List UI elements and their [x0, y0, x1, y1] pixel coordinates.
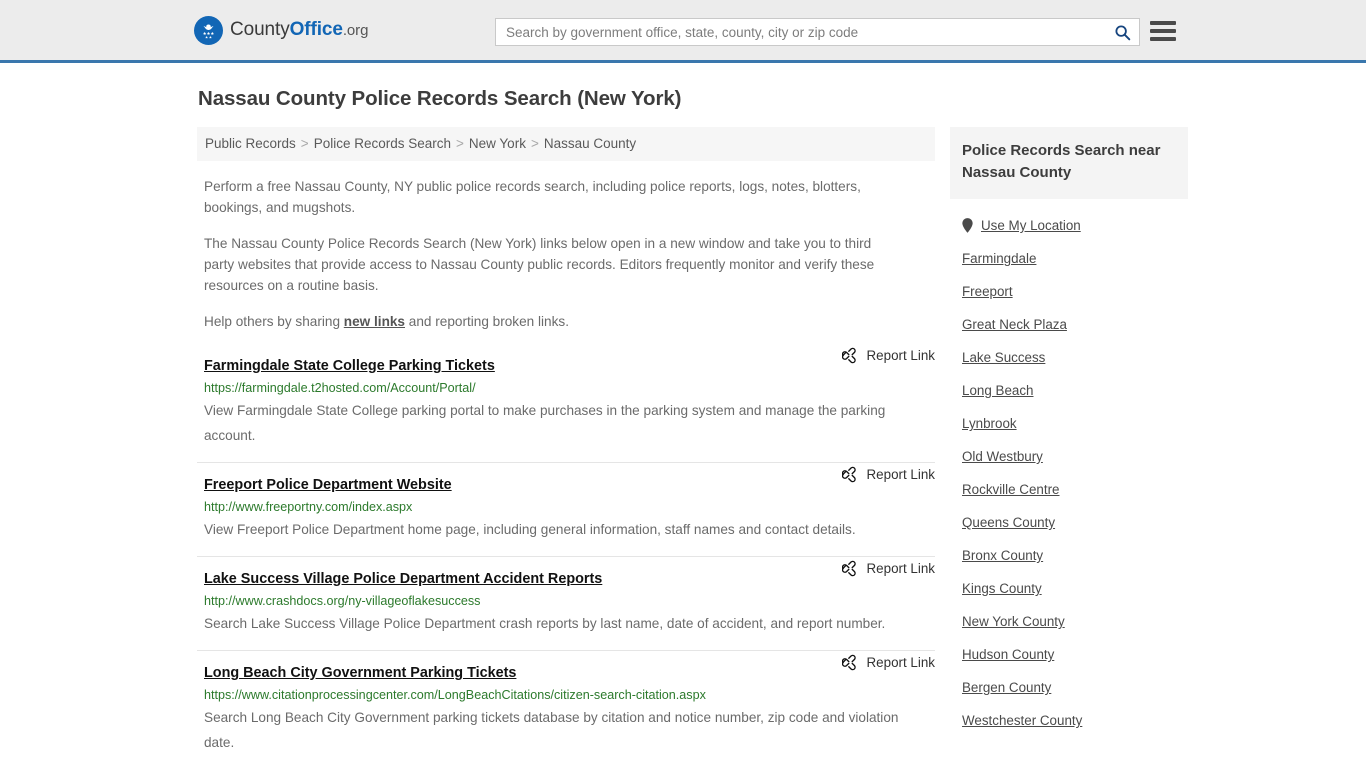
- page-title: Nassau County Police Records Search (New…: [198, 87, 682, 110]
- sidebar-link[interactable]: Farmingdale: [962, 251, 1036, 266]
- result-url-link[interactable]: http://www.freeportny.com/index.aspx: [204, 500, 935, 514]
- hamburger-bar: [1150, 29, 1176, 33]
- result-title-link[interactable]: Lake Success Village Police Department A…: [204, 571, 602, 587]
- sidebar-item-bergen-county[interactable]: Bergen County: [950, 671, 1188, 704]
- sidebar-link[interactable]: Bronx County: [962, 548, 1043, 563]
- sidebar-item-great-neck-plaza[interactable]: Great Neck Plaza: [950, 308, 1188, 341]
- breadcrumb-item-police-records-search[interactable]: Police Records Search: [314, 136, 451, 151]
- site-logo-text: CountyOffice.org: [230, 19, 368, 41]
- intro-text-after-link: and reporting broken links.: [405, 314, 569, 329]
- sidebar-link[interactable]: Lynbrook: [962, 416, 1017, 431]
- intro-text-before-link: Help others by sharing: [204, 314, 344, 329]
- content-columns: Public Records > Police Records Search > New…: [0, 127, 1366, 768]
- result-item: Lake Success Village Police Department A…: [197, 556, 935, 650]
- result-description: Search Lake Success Village Police Depar…: [204, 616, 886, 631]
- sidebar-item-lake-success[interactable]: Lake Success: [950, 341, 1188, 374]
- sidebar-link[interactable]: Westchester County: [962, 713, 1082, 728]
- report-link-button[interactable]: Report Link: [841, 560, 935, 577]
- sidebar-heading: Police Records Search near Nassau County: [950, 127, 1188, 199]
- sidebar-link[interactable]: Long Beach: [962, 383, 1033, 398]
- intro-section: Perform a free Nassau County, NY public …: [197, 176, 935, 332]
- sidebar-list: Use My Location Farmingdale Freeport Gre…: [950, 209, 1188, 737]
- main-content: Public Records > Police Records Search > New…: [197, 127, 935, 768]
- sidebar-item-lynbrook[interactable]: Lynbrook: [950, 407, 1188, 440]
- report-link-label: Report Link: [866, 348, 935, 363]
- breadcrumb-item-new-york[interactable]: New York: [469, 136, 526, 151]
- breadcrumb-separator: >: [530, 136, 539, 151]
- broken-link-icon: [841, 347, 856, 364]
- new-links-link[interactable]: new links: [344, 314, 405, 329]
- breadcrumb-item-nassau-county[interactable]: Nassau County: [544, 136, 636, 151]
- sidebar-link[interactable]: New York County: [962, 614, 1065, 629]
- sidebar-item-new-york-county[interactable]: New York County: [950, 605, 1188, 638]
- sidebar-item-freeport[interactable]: Freeport: [950, 275, 1188, 308]
- breadcrumb-separator: >: [300, 136, 309, 151]
- result-item: Long Beach City Government Parking Ticke…: [197, 650, 935, 768]
- sidebar-item-old-westbury[interactable]: Old Westbury: [950, 440, 1188, 473]
- breadcrumb: Public Records > Police Records Search > New…: [197, 127, 935, 161]
- result-description: View Freeport Police Department home pag…: [204, 522, 856, 537]
- sidebar-item-queens-county[interactable]: Queens County: [950, 506, 1188, 539]
- report-link-label: Report Link: [866, 467, 935, 482]
- search-button[interactable]: [1105, 19, 1139, 45]
- report-link-button[interactable]: Report Link: [841, 466, 935, 483]
- hamburger-bar: [1150, 37, 1176, 41]
- result-description: View Farmingdale State College parking p…: [204, 403, 886, 443]
- site-header: CountyOffice.org: [0, 0, 1366, 63]
- logo-text-county: County: [230, 19, 290, 40]
- result-item: Farmingdale State College Parking Ticket…: [197, 347, 935, 462]
- map-pin-icon: [962, 218, 973, 233]
- sidebar-item-hudson-county[interactable]: Hudson County: [950, 638, 1188, 671]
- breadcrumb-separator: >: [456, 136, 464, 151]
- result-title-link[interactable]: Farmingdale State College Parking Ticket…: [204, 358, 495, 374]
- sidebar-link[interactable]: Kings County: [962, 581, 1042, 596]
- sidebar-item-farmingdale[interactable]: Farmingdale: [950, 242, 1188, 275]
- search-bar[interactable]: [495, 18, 1140, 46]
- sidebar-item-bronx-county[interactable]: Bronx County: [950, 539, 1188, 572]
- sidebar: Police Records Search near Nassau County…: [950, 127, 1188, 768]
- intro-paragraph-2: The Nassau County Police Records Search …: [204, 236, 875, 293]
- report-link-button[interactable]: Report Link: [841, 654, 935, 671]
- broken-link-icon: [841, 466, 856, 483]
- search-icon: [1114, 24, 1130, 40]
- result-item: Freeport Police Department Website http:…: [197, 462, 935, 556]
- intro-paragraph-1: Perform a free Nassau County, NY public …: [204, 179, 861, 215]
- report-link-label: Report Link: [866, 561, 935, 576]
- hamburger-menu-icon[interactable]: [1150, 19, 1176, 43]
- result-title-link[interactable]: Long Beach City Government Parking Ticke…: [204, 665, 516, 681]
- broken-link-icon: [841, 654, 856, 671]
- intro-paragraph-3: Help others by sharing new links and rep…: [204, 311, 894, 332]
- sidebar-link[interactable]: Great Neck Plaza: [962, 317, 1067, 332]
- sidebar-item-long-beach[interactable]: Long Beach: [950, 374, 1188, 407]
- result-description: Search Long Beach City Government parkin…: [204, 710, 899, 750]
- logo-text-office: Office: [289, 19, 343, 40]
- sidebar-item-use-my-location[interactable]: Use My Location: [950, 209, 1188, 242]
- result-url-link[interactable]: https://farmingdale.t2hosted.com/Account…: [204, 381, 935, 395]
- eagle-stars-emblem-icon: [194, 15, 223, 45]
- page-body: Nassau County Police Records Search (New…: [0, 63, 1366, 768]
- sidebar-link[interactable]: Lake Success: [962, 350, 1045, 365]
- hamburger-bar: [1150, 21, 1176, 25]
- sidebar-link[interactable]: Rockville Centre: [962, 482, 1060, 497]
- result-url-link[interactable]: https://www.citationprocessingcenter.com…: [204, 688, 935, 702]
- sidebar-link[interactable]: Old Westbury: [962, 449, 1043, 464]
- sidebar-link[interactable]: Hudson County: [962, 647, 1054, 662]
- site-logo[interactable]: CountyOffice.org: [194, 15, 368, 45]
- result-url-link[interactable]: http://www.crashdocs.org/ny-villageoflak…: [204, 594, 935, 608]
- sidebar-item-rockville-centre[interactable]: Rockville Centre: [950, 473, 1188, 506]
- result-title-link[interactable]: Freeport Police Department Website: [204, 477, 452, 493]
- use-my-location-link[interactable]: Use My Location: [981, 218, 1081, 233]
- report-link-button[interactable]: Report Link: [841, 347, 935, 364]
- logo-text-org: .org: [342, 22, 369, 39]
- results-list: Farmingdale State College Parking Ticket…: [197, 347, 935, 768]
- search-input[interactable]: [496, 19, 1105, 45]
- sidebar-item-kings-county[interactable]: Kings County: [950, 572, 1188, 605]
- report-link-label: Report Link: [866, 655, 935, 670]
- sidebar-link[interactable]: Freeport: [962, 284, 1013, 299]
- sidebar-link[interactable]: Queens County: [962, 515, 1055, 530]
- sidebar-link[interactable]: Bergen County: [962, 680, 1051, 695]
- breadcrumb-item-public-records[interactable]: Public Records: [205, 136, 296, 151]
- broken-link-icon: [841, 560, 856, 577]
- sidebar-item-westchester-county[interactable]: Westchester County: [950, 704, 1188, 737]
